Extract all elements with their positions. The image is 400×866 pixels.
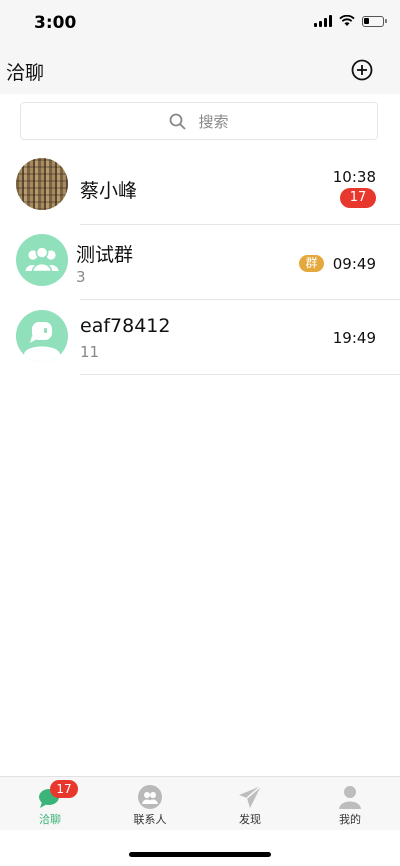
nav-bar: 洽聊 (0, 48, 400, 94)
contacts-icon (138, 785, 162, 809)
tab-label: 发现 (239, 813, 261, 826)
tab-label: 我的 (339, 813, 361, 826)
conversation-item[interactable]: eaf78412 11 19:49 (0, 300, 400, 375)
page-title: 洽聊 (6, 62, 45, 84)
photo-avatar (16, 158, 68, 210)
status-icons (314, 15, 387, 27)
signal-icon (314, 15, 332, 27)
status-bar: 3:00 (0, 0, 400, 48)
conversation-subtitle: 11 (80, 343, 100, 361)
conversation-item[interactable]: 测试群 3 群 09:49 (0, 225, 400, 300)
tab-chat[interactable]: 17 洽聊 (0, 777, 100, 831)
tab-label: 洽聊 (39, 813, 61, 826)
tab-badge: 17 (50, 780, 78, 798)
paper-plane-icon (239, 785, 262, 808)
tab-profile[interactable]: 我的 (300, 777, 400, 831)
wifi-icon (339, 15, 355, 26)
conversation-name: 蔡小峰 (80, 180, 138, 202)
search-section: 搜索 (0, 94, 400, 150)
conversation-time: 19:49 (332, 329, 376, 347)
unread-badge: 17 (340, 188, 376, 208)
divider (80, 374, 400, 375)
conversation-name: 测试群 (76, 244, 134, 266)
group-tag: 群 (299, 255, 324, 272)
conversation-item[interactable]: 蔡小峰 10:38 17 (0, 150, 400, 225)
conversation-name: eaf78412 (80, 315, 171, 337)
conversation-subtitle: 3 (76, 268, 86, 286)
conversation-time: 10:38 (332, 168, 376, 186)
home-indicator (129, 852, 271, 857)
tab-bar: 17 洽聊 联系人 发现 我的 (0, 776, 400, 830)
status-time: 3:00 (34, 13, 77, 33)
group-avatar-icon (16, 234, 68, 286)
add-button[interactable] (350, 58, 374, 82)
conversation-time: 09:49 (332, 255, 376, 273)
tab-contacts[interactable]: 联系人 (100, 777, 200, 831)
search-placeholder: 搜索 (198, 112, 229, 131)
plus-circle-icon (351, 59, 373, 81)
user-avatar-icon (16, 310, 68, 362)
search-input[interactable]: 搜索 (20, 102, 378, 140)
profile-icon (339, 786, 361, 809)
battery-icon (362, 15, 387, 27)
search-icon (170, 113, 186, 129)
tab-discover[interactable]: 发现 (200, 777, 300, 831)
tab-label: 联系人 (133, 813, 167, 826)
